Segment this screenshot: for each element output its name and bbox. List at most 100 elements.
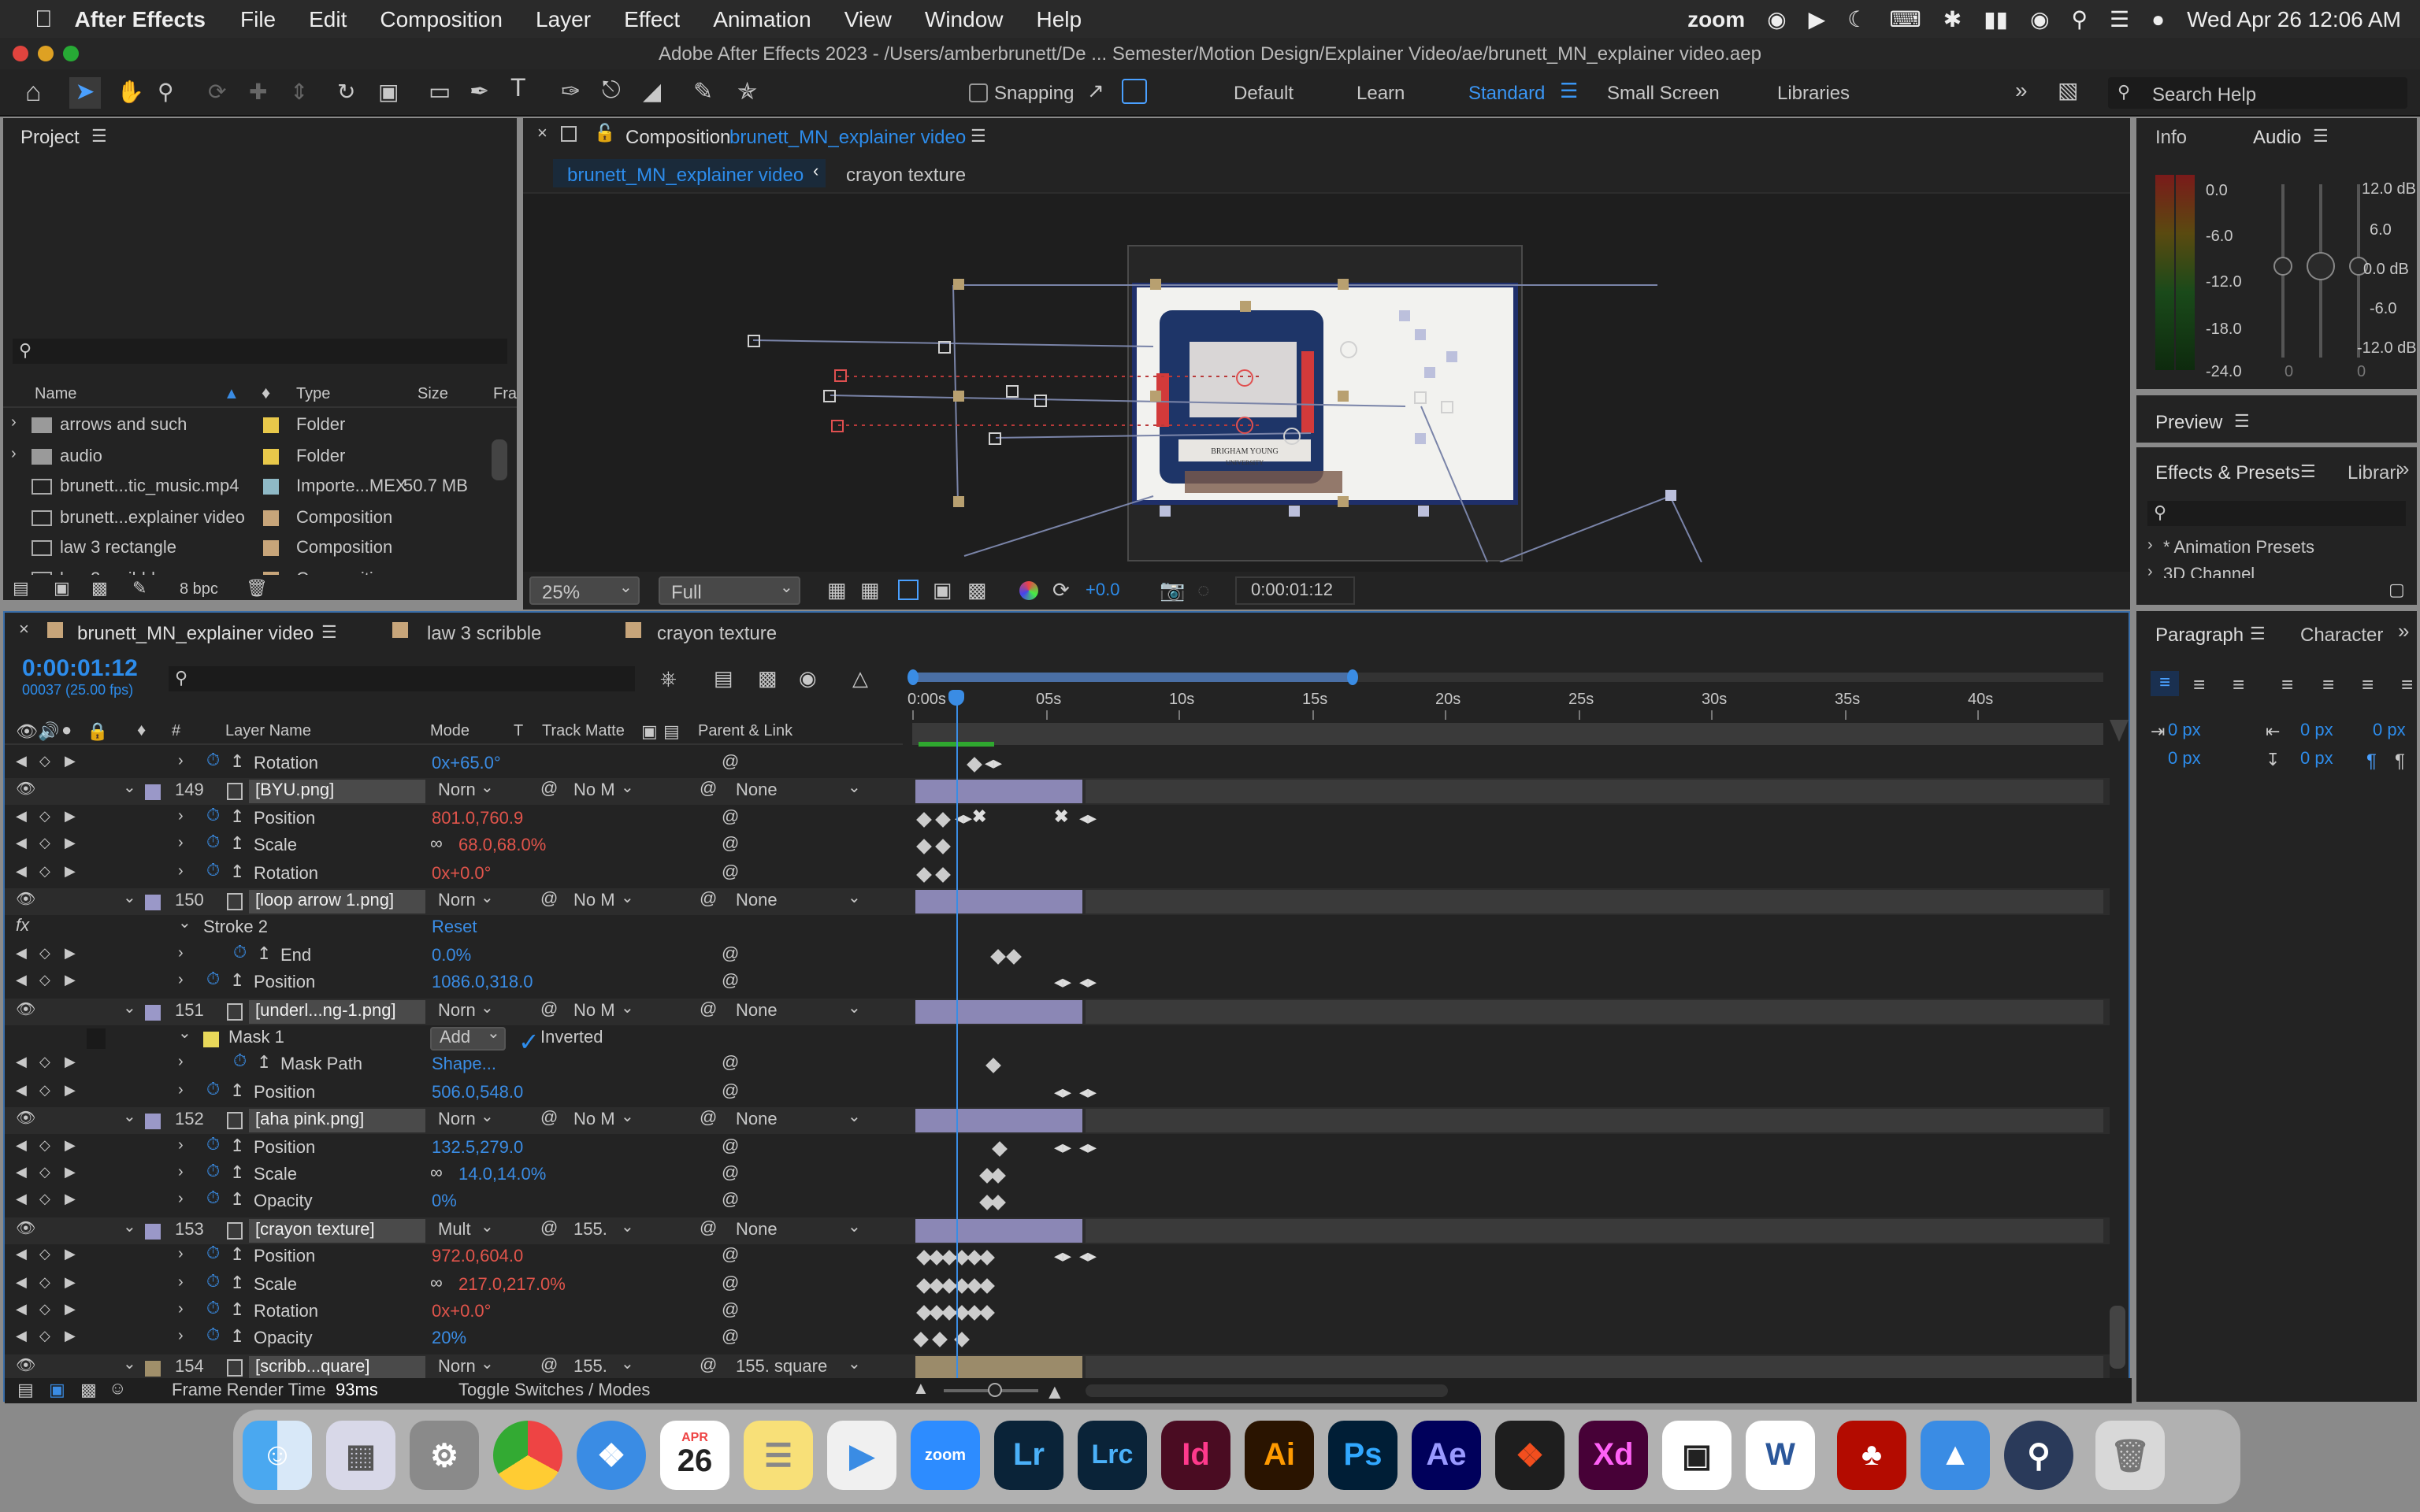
property-row[interactable]: ◀ ◇ ▶ › ⏱ ↥ Opacity 0% @	[5, 1190, 2110, 1217]
label-color-chip[interactable]	[263, 479, 279, 495]
keyframe-ease[interactable]: ◂▸	[1054, 1246, 1071, 1266]
ltr-direction-button[interactable]: ¶	[2366, 750, 2377, 772]
graph-icon[interactable]: ↥	[230, 1299, 244, 1320]
stopwatch-icon[interactable]: ⏱	[233, 1053, 247, 1073]
dolly-tool-icon[interactable]: ⇕	[290, 79, 308, 106]
dock-code-icon[interactable]: ▣	[1662, 1421, 1731, 1490]
layer-parent[interactable]: None	[736, 1110, 778, 1129]
layer-mode[interactable]: Norn	[438, 782, 476, 801]
home-icon[interactable]: ⌂	[25, 77, 42, 109]
layer-parent[interactable]: None	[736, 782, 778, 801]
expression-icon[interactable]: @	[722, 1273, 739, 1292]
stopwatch-icon[interactable]: ⏱	[206, 806, 220, 827]
keyframe-add-icon[interactable]: ◇	[39, 1191, 50, 1209]
pickwhip-icon[interactable]: @	[700, 999, 717, 1018]
expression-icon[interactable]: @	[722, 1082, 739, 1101]
chevron-down-icon[interactable]: ⌄	[481, 1356, 494, 1373]
spiral-icon[interactable]: @	[540, 1109, 558, 1128]
keyframe-add-icon[interactable]: ◇	[39, 1054, 50, 1072]
close-window-button[interactable]	[13, 46, 28, 61]
col-name[interactable]: Name	[35, 386, 76, 403]
col-mode[interactable]: Mode	[430, 723, 470, 740]
chevron-down-icon[interactable]: ⌄	[481, 999, 494, 1017]
more-tabs-icon[interactable]: »	[2398, 457, 2409, 480]
panel-menu-icon[interactable]: ☰	[2300, 461, 2316, 482]
in-out-icon[interactable]: ▩	[80, 1380, 97, 1400]
chevron-down-icon[interactable]: ⌄	[123, 890, 136, 907]
menu-view[interactable]: View	[844, 6, 892, 32]
dock-xd-icon[interactable]: Xd	[1579, 1421, 1648, 1490]
preview-title[interactable]: Preview	[2155, 411, 2222, 433]
chevron-right-icon[interactable]: ›	[178, 1301, 184, 1318]
comp-timecode[interactable]: 0:00:01:12	[1251, 581, 1333, 600]
dock-ae-icon[interactable]: Ae	[1412, 1421, 1481, 1490]
property-value[interactable]: 132.5,279.0	[432, 1138, 523, 1157]
dock-trash-icon[interactable]: 🗑	[2095, 1421, 2165, 1490]
chevron-down-icon[interactable]: ⌄	[848, 890, 861, 907]
layer-row[interactable]: 👁 ⌄ 152 [aha pink.png] Norn ⌄ @ No M ⌄ @…	[5, 1107, 2110, 1135]
property-row[interactable]: fx ⌄ Stroke 2 Reset	[5, 916, 2110, 943]
zoom-slider-thumb[interactable]	[988, 1383, 1002, 1397]
chevron-down-icon[interactable]: ⌄	[848, 1219, 861, 1236]
show-snapshot-icon[interactable]: ◌	[1197, 578, 1209, 602]
solo-switch-icon[interactable]: ●	[61, 721, 72, 740]
keyframe-add-icon[interactable]: ◇	[39, 808, 50, 825]
dock-figma-icon[interactable]: ❖	[1495, 1421, 1564, 1490]
project-title[interactable]: Project	[20, 126, 80, 148]
transparency-grid-icon[interactable]: ▦	[860, 578, 880, 603]
resolution-select[interactable]: Full ⌄	[659, 576, 800, 605]
property-value[interactable]: 0x+0.0°	[432, 1303, 491, 1321]
stopwatch-icon[interactable]: ⏱	[233, 943, 247, 964]
new-folder-icon[interactable]: ▣	[54, 578, 70, 598]
snapshot-camera-icon[interactable]: 📷	[1160, 578, 1185, 603]
keyframe-next-icon[interactable]: ▶	[65, 835, 76, 852]
project-search-input[interactable]: ⚲	[13, 339, 507, 364]
property-row[interactable]: ◀ ◇ ▶ › ⏱ ↥ Scale ∞ 14.0,14.0% @	[5, 1162, 2110, 1189]
rectangle-tool-icon[interactable]: ▭	[429, 77, 451, 106]
keyframe-add-icon[interactable]: ◇	[39, 1273, 50, 1291]
layer-switches-icon[interactable]: ▤	[17, 1380, 34, 1400]
trash-icon[interactable]: 🗑	[246, 578, 268, 598]
align-right-button[interactable]: ≡	[2233, 673, 2244, 696]
project-item[interactable]: law 3 rectangle Composition	[3, 534, 492, 564]
close-panel-icon[interactable]: ×	[537, 124, 547, 143]
stopwatch-icon[interactable]: ⏱	[206, 1162, 220, 1183]
spiral-icon[interactable]: @	[540, 1356, 558, 1375]
layer-label-chip[interactable]	[145, 1360, 161, 1377]
property-row[interactable]: ◀ ◇ ▶ › ⏱ ↥ Rotation 0x+65.0° @ ◂▸	[5, 751, 2110, 778]
new-bin-icon[interactable]: ▢	[2388, 580, 2405, 600]
anchor-tool-icon[interactable]: ▣	[378, 79, 399, 106]
effects-item-3d-channel[interactable]: 3D Channel	[2163, 565, 2255, 578]
keyframe-prev-icon[interactable]: ◀	[16, 1273, 27, 1291]
property-row[interactable]: ◀ ◇ ▶ › ⏱ ↥ Scale ∞ 68.0,68.0% @	[5, 833, 2110, 861]
keyframe[interactable]	[935, 839, 951, 855]
effects-title[interactable]: Effects & Presets	[2155, 461, 2300, 484]
timeline-tab-crayon[interactable]: crayon texture	[657, 622, 777, 644]
record-icon[interactable]: ◉	[1767, 6, 1786, 32]
horizontal-scrollbar[interactable]	[1086, 1384, 1448, 1397]
property-row[interactable]: ◀ ◇ ▶ › ⏱ ↥ Position 132.5,279.0 @ ◂▸ ◂▸	[5, 1135, 2110, 1162]
workspace-small-screen[interactable]: Small Screen	[1607, 82, 1720, 104]
link-icon[interactable]: ∞	[430, 835, 443, 854]
layer-label-chip[interactable]	[145, 1223, 161, 1240]
layer-mode[interactable]: Norn	[438, 1358, 476, 1377]
chevron-down-icon[interactable]: ⌄	[123, 780, 136, 798]
menu-composition[interactable]: Composition	[380, 6, 503, 32]
indent-right-value[interactable]: 0 px	[2300, 721, 2333, 740]
pen-tool-icon[interactable]: ✒	[470, 77, 489, 106]
lock-switch-icon[interactable]: 🔒	[87, 721, 108, 742]
time-ruler[interactable]: 0:00s 05s 10s 15s 20s 25s 30s 35s 40s	[906, 663, 2103, 748]
keyframe[interactable]	[913, 1332, 929, 1348]
expression-icon[interactable]: @	[722, 1136, 739, 1155]
roto-tool-icon[interactable]: ✎	[693, 77, 713, 106]
col-size[interactable]: Size	[418, 386, 448, 403]
paragraph-title[interactable]: Paragraph	[2155, 624, 2244, 646]
dock-26-icon[interactable]: APR 26	[660, 1421, 729, 1490]
frame-blending-icon[interactable]: ▩	[758, 666, 778, 691]
panel-menu-icon[interactable]: ☰	[2250, 624, 2266, 644]
eye-icon[interactable]: 👁	[16, 1221, 35, 1238]
transfer-controls-icon[interactable]: ▣	[49, 1380, 65, 1400]
dock-video-icon[interactable]: ▶	[827, 1421, 896, 1490]
graph-icon[interactable]: ↥	[230, 751, 244, 772]
keyframe[interactable]	[979, 1277, 995, 1294]
